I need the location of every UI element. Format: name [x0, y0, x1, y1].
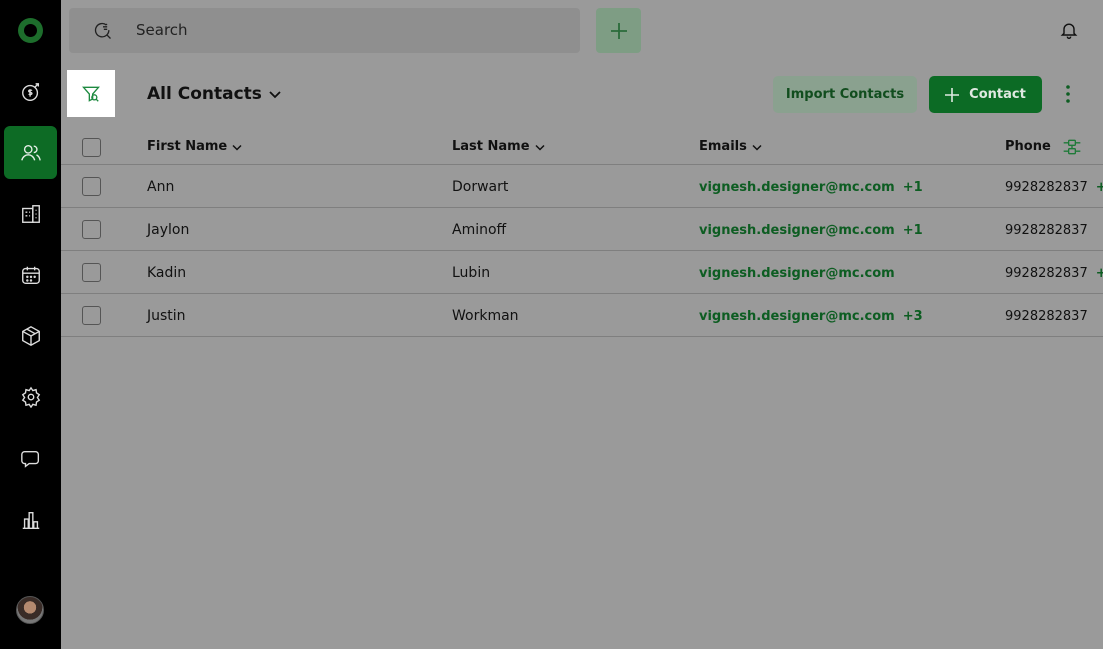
header-first-name-label: First Name: [147, 139, 228, 154]
header-last-name-label: Last Name: [452, 139, 530, 154]
cell-email: vignesh.designer@mc.com: [699, 265, 895, 281]
calendar-icon: [21, 266, 40, 284]
sidebar: [0, 0, 61, 649]
column-settings-icon[interactable]: [1062, 137, 1082, 157]
filter-search-icon: [82, 86, 100, 102]
cell-phone: 9928282837 +1: [1005, 265, 1103, 281]
quick-add-button[interactable]: [596, 8, 641, 53]
header-last-name[interactable]: Last Name: [452, 139, 545, 154]
add-contact-label: Contact: [969, 87, 1026, 102]
email-extra-count[interactable]: +1: [903, 223, 923, 238]
phone-value: 9928282837: [1005, 309, 1088, 324]
phone-extra-count[interactable]: +1: [1096, 266, 1103, 281]
cell-first-name: Ann: [147, 179, 175, 195]
import-contacts-button[interactable]: Import Contacts: [773, 76, 917, 113]
phone-extra-count[interactable]: +1: [1096, 180, 1103, 195]
email-link[interactable]: vignesh.designer@mc.com: [699, 309, 895, 324]
sidebar-item-settings[interactable]: [4, 370, 57, 423]
user-avatar[interactable]: [16, 596, 44, 624]
contacts-icon: [20, 144, 41, 161]
cell-last-name: Dorwart: [452, 179, 509, 195]
cell-last-name: Aminoff: [452, 222, 507, 238]
sidebar-item-products[interactable]: [4, 309, 57, 362]
view-title: All Contacts: [147, 84, 262, 104]
header-emails-label: Emails: [699, 139, 747, 154]
deals-icon: [21, 82, 39, 101]
chat-icon: [20, 450, 39, 468]
chevron-down-icon: [752, 144, 762, 151]
row-checkbox[interactable]: [82, 306, 101, 325]
email-link[interactable]: vignesh.designer@mc.com: [699, 266, 895, 281]
products-icon: [21, 325, 40, 346]
select-all-checkbox[interactable]: [82, 138, 101, 157]
email-link[interactable]: vignesh.designer@mc.com: [699, 223, 895, 238]
phone-value: 9928282837: [1005, 223, 1088, 238]
email-extra-count[interactable]: +1: [903, 180, 923, 195]
more-options-icon[interactable]: [1062, 84, 1074, 104]
top-bar: Search: [61, 0, 1103, 61]
table-row[interactable]: Justin Workman vignesh.designer@mc.com +3…: [61, 294, 1103, 337]
chevron-down-icon: [269, 91, 281, 99]
reports-icon: [22, 511, 39, 529]
companies-icon: [21, 204, 40, 223]
plus-icon: [610, 22, 627, 39]
bell-icon[interactable]: [1059, 20, 1079, 40]
cell-phone: 9928282837: [1005, 222, 1103, 238]
table-row[interactable]: Ann Dorwart vignesh.designer@mc.com +1 99…: [61, 165, 1103, 208]
email-link[interactable]: vignesh.designer@mc.com: [699, 180, 895, 195]
add-contact-button[interactable]: Contact: [929, 76, 1042, 113]
cell-first-name: Justin: [147, 308, 186, 324]
sidebar-item-reports[interactable]: [4, 493, 57, 546]
filter-button[interactable]: [67, 70, 115, 117]
search-box[interactable]: Search: [69, 8, 580, 53]
row-checkbox[interactable]: [82, 263, 101, 282]
cell-email: vignesh.designer@mc.com +1: [699, 222, 923, 238]
view-selector[interactable]: All Contacts: [147, 84, 282, 104]
row-checkbox[interactable]: [82, 177, 101, 196]
header-phones[interactable]: Phones: [1005, 139, 1051, 154]
search-input[interactable]: Search: [136, 21, 188, 39]
cell-last-name: Workman: [452, 308, 519, 324]
sidebar-item-chat[interactable]: [4, 432, 57, 485]
import-contacts-label: Import Contacts: [785, 87, 905, 102]
sidebar-item-companies[interactable]: [4, 187, 57, 240]
table-row[interactable]: Kadin Lubin vignesh.designer@mc.com 9928…: [61, 251, 1103, 294]
header-first-name[interactable]: First Name: [147, 139, 242, 154]
settings-icon: [21, 386, 40, 408]
cell-email: vignesh.designer@mc.com +3: [699, 308, 923, 324]
table-row[interactable]: Jaylon Aminoff vignesh.designer@mc.com +1…: [61, 208, 1103, 251]
sidebar-item-deals[interactable]: [4, 65, 57, 118]
plus-icon: [945, 87, 960, 102]
sidebar-item-calendar[interactable]: [4, 248, 57, 301]
cell-email: vignesh.designer@mc.com +1: [699, 179, 923, 195]
cell-last-name: Lubin: [452, 265, 491, 281]
contacts-table: First Name Last Name Emails Phones Ann D…: [61, 128, 1103, 337]
header-emails[interactable]: Emails: [699, 139, 762, 154]
cell-first-name: Jaylon: [147, 222, 190, 238]
sidebar-item-contacts[interactable]: [4, 126, 57, 179]
chevron-down-icon: [535, 144, 545, 151]
cell-first-name: Kadin: [147, 265, 187, 281]
search-icon: [94, 22, 111, 39]
row-checkbox[interactable]: [82, 220, 101, 239]
table-header: First Name Last Name Emails Phones: [61, 128, 1103, 165]
chevron-down-icon: [232, 144, 242, 151]
cell-phone: 9928282837: [1005, 308, 1103, 324]
header-phones-label: Phones: [1005, 139, 1051, 154]
cell-phone: 9928282837 +1: [1005, 179, 1103, 195]
phone-value: 9928282837: [1005, 180, 1088, 195]
phone-value: 9928282837: [1005, 266, 1088, 281]
email-extra-count[interactable]: +3: [903, 309, 923, 324]
app-logo[interactable]: [18, 18, 43, 43]
